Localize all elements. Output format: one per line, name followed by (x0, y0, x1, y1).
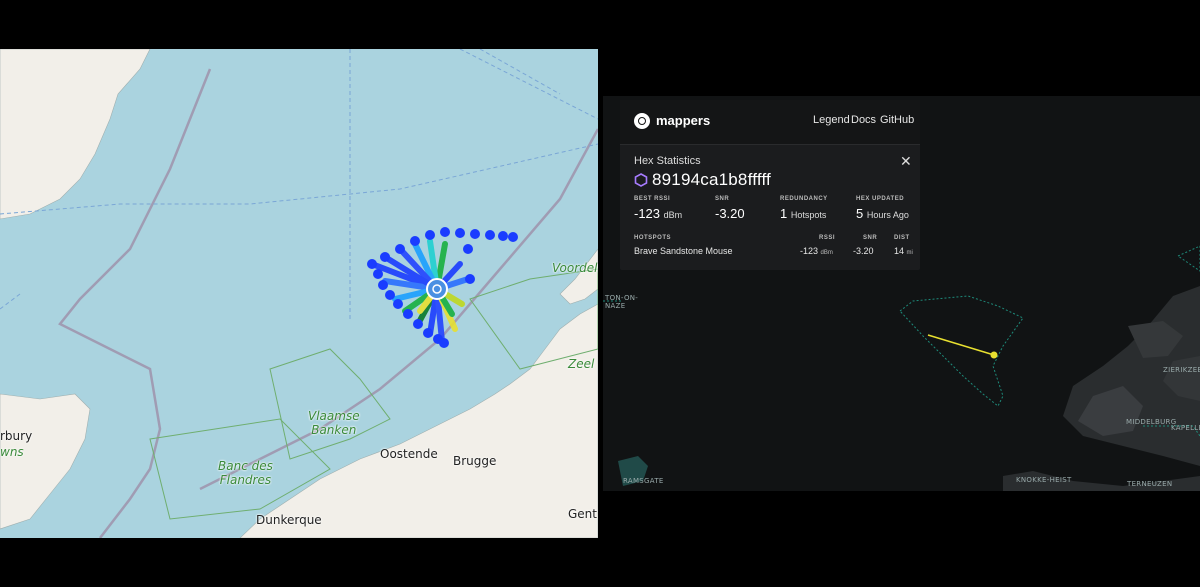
map-label-clacton: TON-ON- NAZE (605, 294, 639, 310)
panel-header: mappers Legend Docs GitHub (620, 100, 920, 145)
map-label-banc-des-flandres: Banc des Flandres (218, 459, 273, 487)
map-label-terneuzen: TERNEUZEN (1127, 480, 1173, 488)
map-label-gent: Gent (568, 507, 597, 521)
dist-column-header: DIST (894, 235, 910, 241)
nav-github-link[interactable]: GitHub (880, 114, 914, 126)
map-label-ramsgate: RAMSGATE (623, 477, 664, 485)
snr-column-header: SNR (863, 235, 878, 241)
map-label-oostende: Oostende (380, 447, 438, 461)
map-label-zeeland: Zeel (568, 357, 595, 371)
map-label-vlaamse-banken: Vlaamse Banken (308, 409, 360, 437)
redundancy-unit: Hotspots (790, 210, 827, 220)
hotspots-header: HOTSPOTS (634, 235, 672, 241)
nav-legend-link[interactable]: Legend (813, 114, 850, 126)
left-map[interactable]: Voordelt Zeel Vlaamse Banken Banc des Fl… (0, 49, 598, 538)
hex-updated-unit: Hours Ago (866, 210, 909, 220)
best-rssi-value: -123 dBm (634, 206, 683, 221)
hotspot-rssi-unit: dBm (820, 250, 833, 256)
snr-value: -3.20 (715, 206, 745, 221)
hotspot-dist: 14 mi (894, 246, 913, 256)
hotspot-name[interactable]: Brave Sandstone Mouse (634, 246, 733, 256)
map-label-middelburg: MIDDELBURG (1126, 418, 1177, 426)
map-label-downs: wns (0, 445, 24, 459)
hex-updated-label: HEX UPDATED (856, 196, 905, 202)
nav-docs-link[interactable]: Docs (851, 114, 876, 126)
mappers-logo-text[interactable]: mappers (656, 113, 710, 128)
map-label-kapelle: KAPELLE (1171, 424, 1200, 432)
best-rssi-unit: dBm (663, 210, 683, 220)
snr-label: SNR (715, 196, 730, 202)
map-label-brugge: Brugge (453, 454, 497, 468)
map-label-voordelta: Voordelt (552, 261, 598, 275)
left-map-canvas (0, 49, 598, 538)
map-label-dunkerque: Dunkerque (256, 513, 322, 527)
redundancy-value: 1 Hotspots (780, 206, 827, 221)
map-label-knokke: KNOKKE-HEIST (1016, 476, 1072, 484)
best-rssi-label: BEST RSSI (634, 196, 671, 202)
map-label-zierikzee: ZIERIKZEE (1163, 366, 1200, 374)
map-label-canterbury: rbury (0, 429, 33, 443)
hotspot-rssi: -123 dBm (800, 246, 833, 256)
hex-statistics-panel: mappers Legend Docs GitHub Hex Statistic… (620, 100, 920, 270)
hexagon-icon (634, 173, 648, 187)
hotspot-marker[interactable] (990, 351, 998, 359)
hotspot-snr: -3.20 (853, 246, 874, 256)
redundancy-label: REDUNDANCY (780, 196, 828, 202)
mappers-logo-icon[interactable] (634, 113, 650, 129)
close-icon[interactable]: ✕ (900, 154, 912, 168)
rssi-column-header: RSSI (819, 235, 836, 241)
panel-title: Hex Statistics (634, 155, 701, 167)
hex-id: 89194ca1b8fffff (652, 170, 771, 189)
hotspot-dist-unit: mi (906, 250, 913, 256)
hex-updated-value: 5 Hours Ago (856, 206, 909, 221)
